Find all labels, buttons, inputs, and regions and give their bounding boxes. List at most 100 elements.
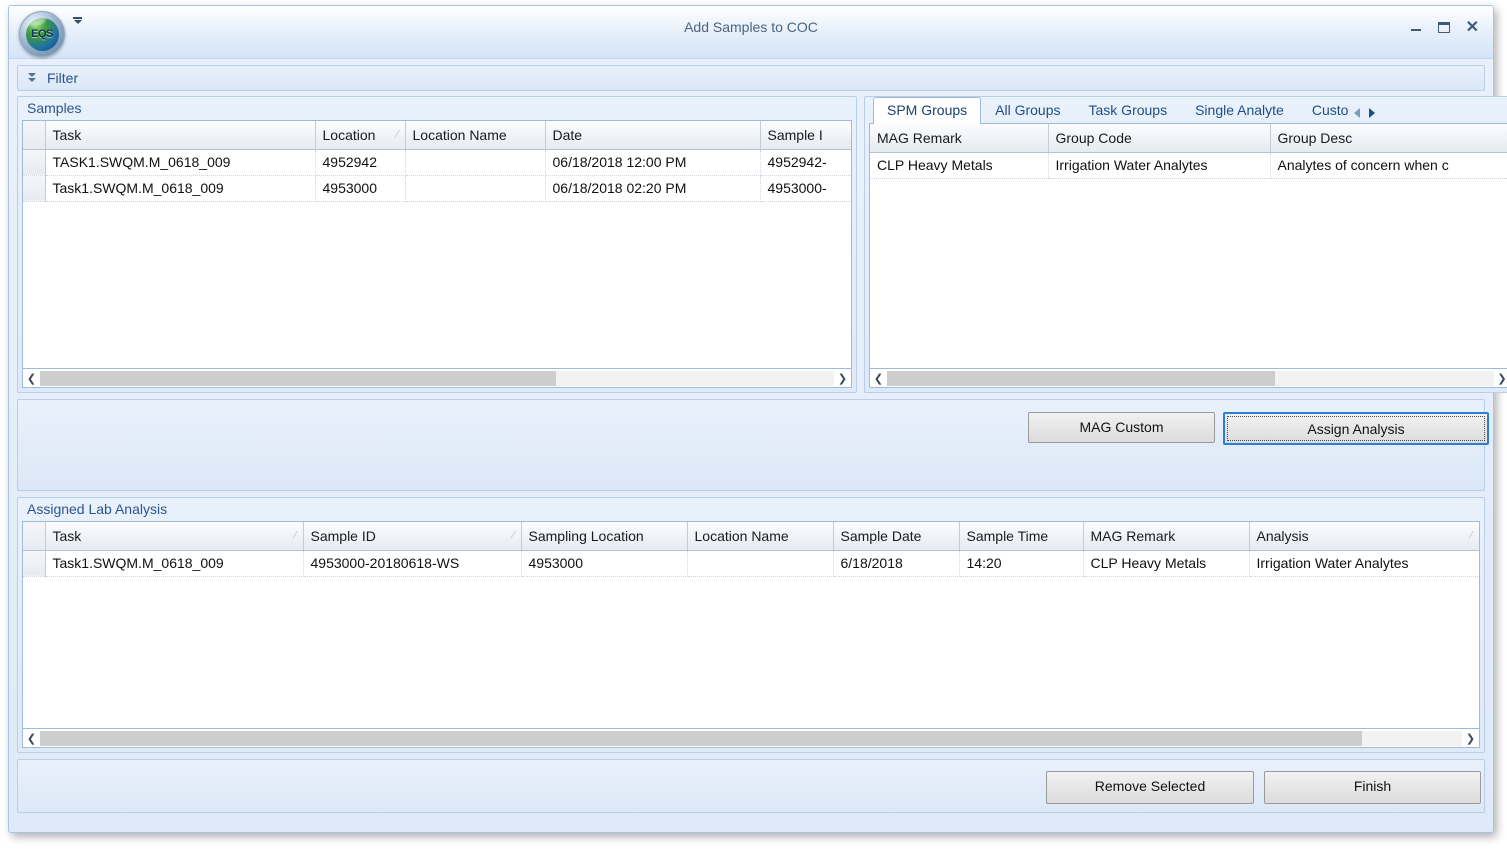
scroll-left-icon[interactable]: ❮ — [870, 369, 887, 387]
tab-spm-groups[interactable]: SPM Groups — [873, 97, 982, 124]
add-samples-to-coc-window: EQS Add Samples to COC ✕ Filter Samples — [8, 5, 1507, 833]
groups-tab-strip: SPM Groups All Groups Task Groups Single… — [865, 97, 1507, 124]
column-header-sampling-location[interactable]: Sampling Location — [521, 522, 688, 551]
sort-ascending-icon: ⁄ — [512, 529, 515, 542]
column-header-group-desc[interactable]: Group Desc — [1270, 124, 1507, 153]
title-bar: EQS Add Samples to COC ✕ — [9, 6, 1493, 59]
sort-ascending-icon: ⁄ — [294, 529, 297, 542]
assigned-grid-empty-area — [23, 576, 1479, 728]
cell-analysis: Irrigation Water Analytes — [1249, 550, 1479, 577]
column-header-location[interactable]: Location ⁄ — [315, 121, 406, 150]
scroll-right-icon[interactable]: ❯ — [834, 369, 851, 387]
close-button[interactable]: ✕ — [1466, 20, 1479, 36]
cell-task: Task1.SWQM.M_0618_009 — [45, 550, 304, 577]
column-header-mag-remark[interactable]: MAG Remark — [1083, 522, 1250, 551]
row-selector-cell[interactable] — [23, 175, 46, 202]
scroll-track[interactable] — [887, 370, 1494, 386]
cell-task: Task1.SWQM.M_0618_009 — [45, 175, 316, 202]
column-header-mag-remark[interactable]: MAG Remark — [870, 124, 1049, 153]
column-header-sample-id[interactable]: Sample ID ⁄ — [303, 522, 522, 551]
window-controls: ✕ — [1410, 20, 1479, 36]
column-header-task[interactable]: Task — [45, 121, 316, 150]
remove-selected-button[interactable]: Remove Selected — [1046, 771, 1254, 804]
samples-table: Task Location ⁄ Location Name Date Sampl… — [23, 121, 851, 202]
tab-custom[interactable]: Custo — [1298, 97, 1352, 123]
assigned-header-row: Task ⁄ Sample ID ⁄ Sampling Location Loc… — [23, 522, 1479, 551]
cell-location-name — [405, 149, 546, 176]
double-chevron-down-icon[interactable] — [26, 71, 39, 85]
tab-task-groups[interactable]: Task Groups — [1075, 97, 1182, 123]
cell-sample-time: 14:20 — [959, 550, 1084, 577]
column-header-analysis[interactable]: Analysis ⁄ — [1249, 522, 1479, 551]
assigned-grid[interactable]: Task ⁄ Sample ID ⁄ Sampling Location Loc… — [22, 521, 1480, 729]
samples-caption: Samples — [27, 100, 82, 116]
cell-sampling-location: 4953000 — [521, 550, 688, 577]
window-title: Add Samples to COC — [684, 19, 818, 35]
column-header-sample-id[interactable]: Sample I — [760, 121, 851, 150]
tab-all-groups[interactable]: All Groups — [981, 97, 1074, 123]
column-header-location-name[interactable]: Location Name — [687, 522, 834, 551]
cell-mag-remark: CLP Heavy Metals — [870, 152, 1049, 179]
tab-scroll-left-icon[interactable] — [1354, 108, 1361, 118]
client-area: Filter Samples Task Location ⁄ Location … — [9, 58, 1507, 832]
minimize-button[interactable] — [1410, 22, 1422, 33]
groups-panel: SPM Groups All Groups Task Groups Single… — [864, 96, 1507, 393]
footer-bar: Remove Selected Finish — [17, 759, 1485, 813]
action-panel: MAG Custom Assign Analysis — [17, 399, 1489, 491]
column-header-sample-date[interactable]: Sample Date — [833, 522, 960, 551]
filter-label: Filter — [47, 70, 79, 86]
groups-horizontal-scrollbar[interactable]: ❮ ❯ — [869, 369, 1507, 388]
row-selector-cell[interactable] — [23, 550, 46, 577]
table-row[interactable]: Task1.SWQM.M_0618_009 4953000 06/18/2018… — [23, 175, 851, 202]
scroll-left-icon[interactable]: ❮ — [23, 729, 40, 747]
tab-single-analyte[interactable]: Single Analyte — [1181, 97, 1298, 123]
cell-group-desc: Analytes of concern when c — [1270, 152, 1507, 179]
cell-sample-date: 6/18/2018 — [833, 550, 960, 577]
scroll-track[interactable] — [40, 370, 834, 386]
column-header-location-label: Location — [322, 126, 376, 143]
row-selector-header — [23, 522, 46, 551]
scroll-left-icon[interactable]: ❮ — [23, 369, 40, 387]
finish-button[interactable]: Finish — [1264, 771, 1481, 804]
tab-scroll-right-icon[interactable] — [1369, 108, 1376, 118]
column-header-task[interactable]: Task ⁄ — [45, 522, 304, 551]
cell-mag-remark: CLP Heavy Metals — [1083, 550, 1250, 577]
groups-table: MAG Remark Group Code Group Desc CLP Hea… — [870, 124, 1507, 179]
cell-group-code: Irrigation Water Analytes — [1048, 152, 1271, 179]
table-row[interactable]: Task1.SWQM.M_0618_009 4953000-20180618-W… — [23, 550, 1479, 577]
scroll-thumb[interactable] — [40, 730, 1363, 746]
column-header-group-code[interactable]: Group Code — [1048, 124, 1271, 153]
scroll-right-icon[interactable]: ❯ — [1493, 369, 1507, 387]
top-section: Samples Task Location ⁄ Location Name Da… — [17, 96, 1507, 393]
cell-location-name — [405, 175, 546, 202]
scroll-track[interactable] — [40, 730, 1462, 746]
assigned-horizontal-scrollbar[interactable]: ❮ ❯ — [22, 729, 1480, 748]
cell-location: 4952942 — [315, 149, 406, 176]
column-header-sample-time[interactable]: Sample Time — [959, 522, 1084, 551]
groups-grid-empty-area — [870, 178, 1507, 368]
table-row[interactable]: CLP Heavy Metals Irrigation Water Analyt… — [870, 152, 1507, 179]
column-header-location-name[interactable]: Location Name — [405, 121, 546, 150]
table-row[interactable]: TASK1.SWQM.M_0618_009 4952942 06/18/2018… — [23, 149, 851, 176]
maximize-button[interactable] — [1437, 22, 1450, 33]
cell-date: 06/18/2018 12:00 PM — [545, 149, 761, 176]
row-selector-cell[interactable] — [23, 149, 46, 176]
cell-sample-id: 4952942- — [760, 149, 851, 176]
scroll-thumb[interactable] — [887, 370, 1276, 386]
samples-horizontal-scrollbar[interactable]: ❮ ❯ — [22, 369, 852, 388]
samples-grid-empty-area — [23, 201, 851, 368]
groups-grid[interactable]: MAG Remark Group Code Group Desc CLP Hea… — [869, 123, 1507, 369]
scroll-right-icon[interactable]: ❯ — [1462, 729, 1479, 747]
mag-custom-button[interactable]: MAG Custom — [1028, 412, 1215, 443]
assign-analysis-button[interactable]: Assign Analysis — [1223, 412, 1489, 445]
assign-analysis-label: Assign Analysis — [1227, 416, 1485, 441]
scroll-thumb[interactable] — [40, 370, 557, 386]
filter-bar[interactable]: Filter — [17, 65, 1485, 91]
column-header-date[interactable]: Date — [545, 121, 761, 150]
row-selector-header — [23, 121, 46, 150]
cell-location: 4953000 — [315, 175, 406, 202]
assigned-caption: Assigned Lab Analysis — [27, 501, 168, 517]
column-header-analysis-label: Analysis — [1256, 527, 1309, 544]
samples-grid[interactable]: Task Location ⁄ Location Name Date Sampl… — [22, 120, 852, 369]
cell-location-name — [687, 550, 834, 577]
